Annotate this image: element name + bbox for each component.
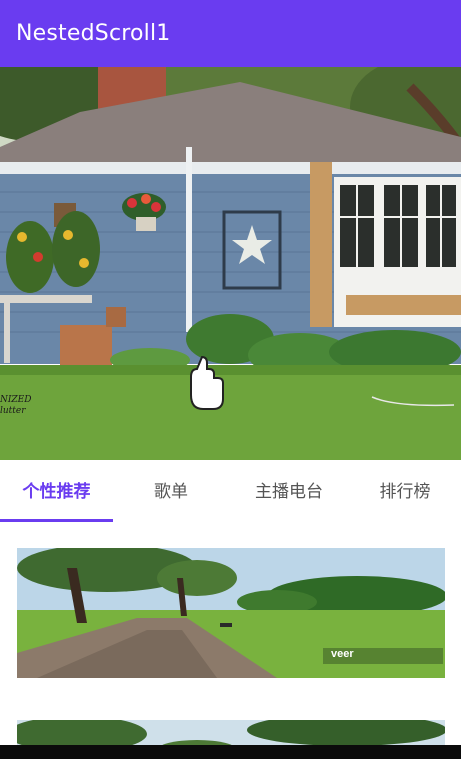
park-path-photo: [17, 548, 445, 678]
hand-pointer-icon: [190, 367, 224, 411]
tab-bar: 个性推荐 歌单 主播电台 排行榜: [0, 460, 461, 524]
content-list[interactable]: veer: [0, 524, 461, 749]
hero-watermark: NIZED lutter: [0, 395, 32, 416]
tab-radio[interactable]: 主播电台: [229, 460, 349, 524]
app-bar: NestedScroll1: [0, 0, 461, 67]
tab-recommend[interactable]: 个性推荐: [0, 460, 113, 524]
tab-indicator: [0, 519, 113, 522]
house-photo: [0, 67, 461, 460]
app-bar-title: NestedScroll1: [16, 21, 171, 46]
tab-charts[interactable]: 排行榜: [349, 460, 461, 524]
hero-image[interactable]: NIZED lutter: [0, 67, 461, 460]
system-nav-bar: [0, 745, 461, 759]
content-card[interactable]: veer: [17, 548, 445, 678]
tab-playlists[interactable]: 歌单: [113, 460, 229, 524]
card-watermark: veer: [331, 648, 354, 660]
